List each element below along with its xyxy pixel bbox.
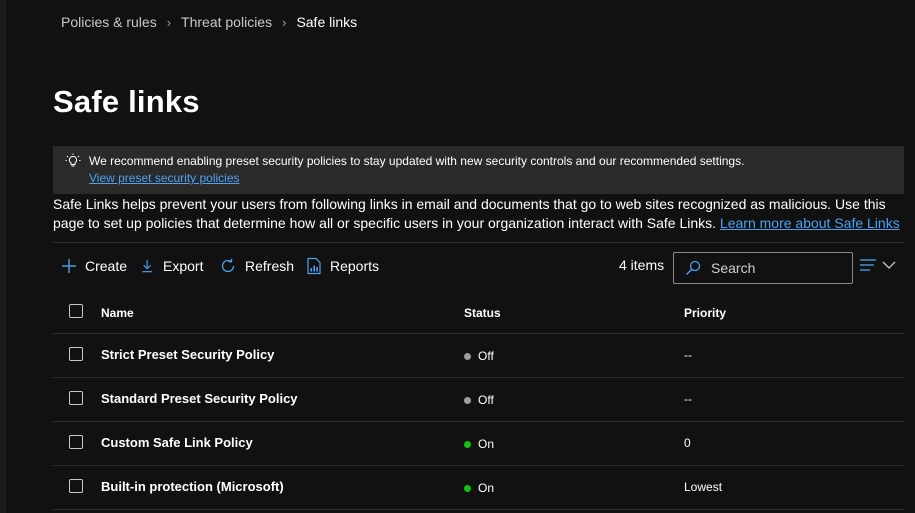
breadcrumb-threat-policies[interactable]: Threat policies [181,14,272,30]
divider [53,242,904,243]
page-description: Safe Links helps prevent your users from… [53,195,908,233]
export-button[interactable]: Export [141,255,203,277]
column-header-priority[interactable]: Priority [684,306,726,320]
table-row[interactable]: Strict Preset Security Policy Off -- [53,334,904,378]
policy-priority: Lowest [684,480,723,494]
column-header-status[interactable]: Status [464,306,501,320]
policy-status: Off [464,393,494,407]
breadcrumb: Policies & rules › Threat policies › Saf… [61,14,357,30]
lightbulb-icon [65,153,81,167]
column-header-name[interactable]: Name [101,306,134,320]
breadcrumb-policies-rules[interactable]: Policies & rules [61,14,157,30]
policy-name[interactable]: Built-in protection (Microsoft) [101,479,284,494]
row-checkbox[interactable] [69,391,83,405]
policy-priority: -- [684,392,692,406]
row-checkbox[interactable] [69,435,83,449]
table-row[interactable]: Built-in protection (Microsoft) On Lowes… [53,466,904,510]
table-row[interactable]: Standard Preset Security Policy Off -- [53,378,904,422]
status-label: On [478,437,495,451]
chevron-down-icon[interactable] [882,260,896,270]
row-checkbox[interactable] [69,479,83,493]
status-label: On [478,481,495,495]
status-dot [464,352,471,360]
reports-button[interactable]: Reports [306,255,379,277]
plus-icon [62,259,76,273]
policy-name[interactable]: Standard Preset Security Policy [101,391,298,406]
create-label: Create [85,258,128,274]
policies-table: Name Status Priority Strict Preset Secur… [53,292,904,510]
policy-priority: -- [684,348,692,362]
chevron-right-icon: › [166,14,172,30]
item-count: 4 items [619,257,665,273]
status-dot [464,484,471,492]
search-input[interactable] [709,259,843,277]
search-icon [686,260,701,275]
export-label: Export [163,258,204,274]
policy-name[interactable]: Custom Safe Link Policy [101,435,253,450]
refresh-icon [221,258,235,273]
status-label: Off [478,349,494,363]
status-dot [464,396,471,404]
learn-more-link[interactable]: Learn more about Safe Links [720,215,900,231]
refresh-label: Refresh [245,258,295,274]
page-title: Safe links [53,84,200,119]
policy-status: On [464,481,494,495]
status-dot [464,440,471,448]
table-row[interactable]: Custom Safe Link Policy On 0 [53,422,904,466]
search-box[interactable] [673,252,853,284]
select-all-checkbox[interactable] [69,304,83,318]
report-icon [307,257,321,275]
policy-name[interactable]: Strict Preset Security Policy [101,347,274,362]
page-content: Policies & rules › Threat policies › Saf… [6,0,915,513]
reports-label: Reports [330,258,380,274]
status-label: Off [478,393,494,407]
view-preset-policies-link[interactable]: View preset security policies [89,171,240,185]
breadcrumb-safe-links: Safe links [296,14,358,30]
banner-message: We recommend enabling preset security po… [89,154,745,168]
policy-priority: 0 [684,436,691,450]
table-header-row: Name Status Priority [53,292,904,334]
policy-status: Off [464,349,494,363]
filter-icon[interactable] [859,258,877,272]
chevron-right-icon: › [282,14,287,30]
download-icon [142,259,152,273]
recommendation-banner: We recommend enabling preset security po… [53,146,904,194]
row-checkbox[interactable] [69,347,83,361]
policy-status: On [464,437,494,451]
create-button[interactable]: Create [61,255,127,277]
refresh-button[interactable]: Refresh [219,255,294,277]
